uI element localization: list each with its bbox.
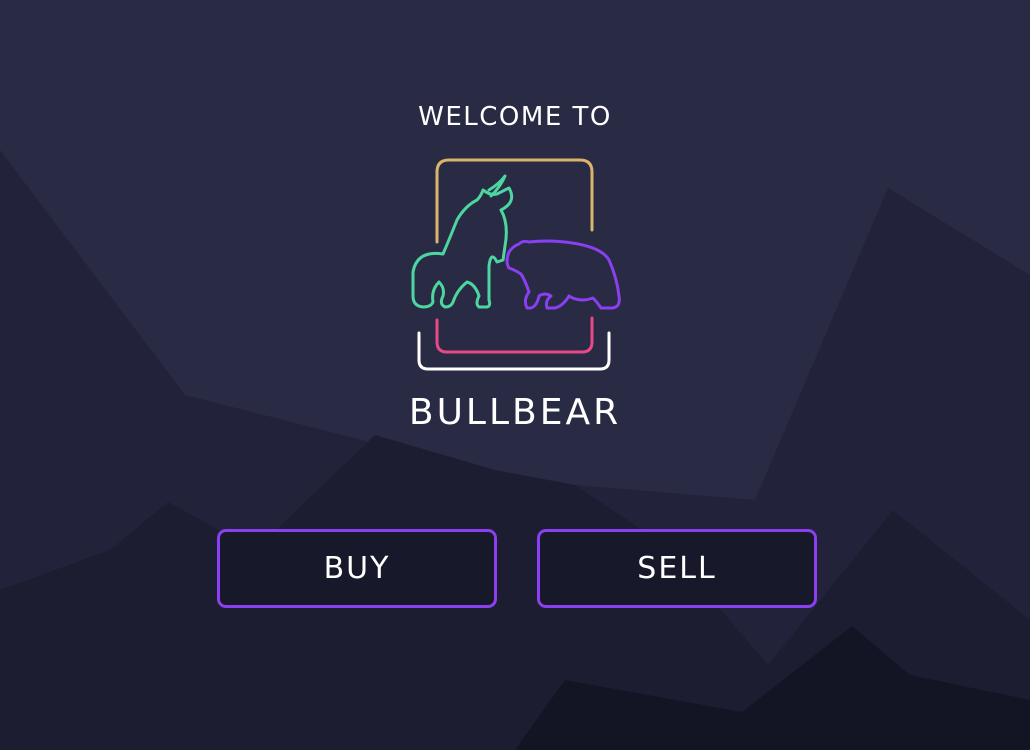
bull-and-bear-logo-icon bbox=[411, 158, 621, 371]
logo-frame-gold bbox=[435, 158, 594, 244]
bear-icon bbox=[505, 239, 621, 310]
bull-icon bbox=[411, 174, 514, 309]
welcome-screen: WELCOME TO BULLBEAR BUY SELL bbox=[0, 0, 1030, 750]
brand-name: BULLBEAR bbox=[408, 392, 622, 433]
logo-frame-pink bbox=[435, 316, 594, 354]
sell-button[interactable]: SELL bbox=[537, 529, 817, 608]
buy-button[interactable]: BUY bbox=[217, 529, 497, 608]
welcome-heading: WELCOME TO bbox=[418, 102, 612, 132]
